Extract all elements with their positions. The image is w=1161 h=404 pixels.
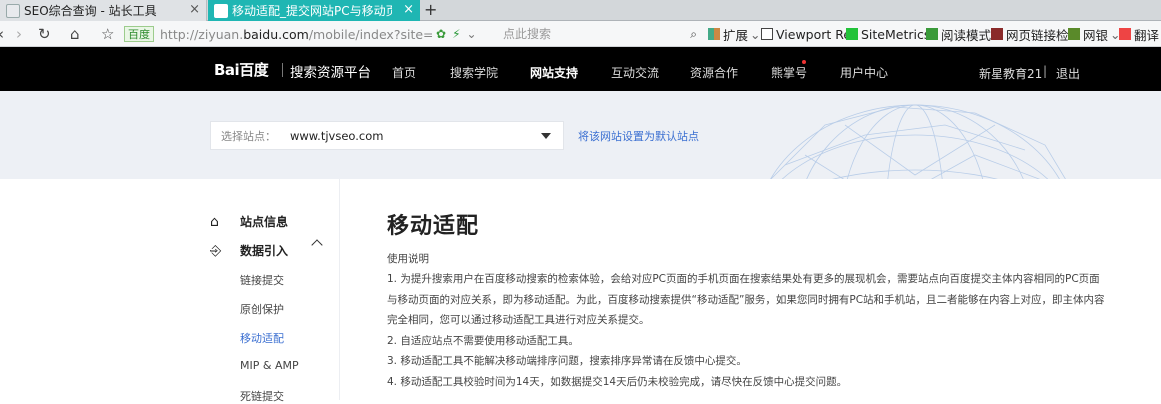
bookmark-label: 扩展 bbox=[723, 27, 749, 43]
baidu-paw-favicon-icon bbox=[214, 3, 228, 18]
bookmark-sitemetrics[interactable]: SiteMetrics bbox=[846, 24, 930, 44]
browser-toolbar: ‹ › ↻ ⌂ ☆ 百度 http://ziyuan.baidu.com/mob… bbox=[0, 21, 1161, 47]
bookmark-label: 翻译 bbox=[1134, 27, 1160, 43]
bookmark-extensions[interactable]: 扩展 ⌄ bbox=[708, 24, 761, 44]
dropdown-icon[interactable]: ⌄ bbox=[467, 27, 477, 41]
bookmark-viewport[interactable]: Viewport Re bbox=[761, 24, 851, 44]
usage-line: 3. 移动适配工具不能解决移动端排序问题，搜索排序异常请在反馈中心提交。 bbox=[387, 355, 747, 367]
platform-title[interactable]: 搜索资源平台 bbox=[290, 61, 371, 81]
usage-line: 2. 自适应站点不需要使用移动适配工具。 bbox=[387, 335, 579, 347]
usage-line: 完全相同，您可以通过移动适配工具进行对应关系提交。 bbox=[387, 314, 650, 326]
bookmark-link-check[interactable]: 网页链接检 bbox=[991, 24, 1069, 44]
usage-line: 4. 移动适配工具校验时间为14天，如数据提交14天后仍未校验完成，请尽快在反馈… bbox=[387, 376, 848, 388]
search-placeholder: 点此搜索 bbox=[503, 27, 552, 41]
tab-title: 移动适配_提交网站PC与移动页面对 bbox=[232, 4, 392, 18]
search-engine-badge[interactable]: 百度 bbox=[124, 26, 154, 42]
sidebar-item-link-submit[interactable]: 链接提交 bbox=[240, 272, 284, 288]
close-icon[interactable]: × bbox=[189, 2, 200, 17]
url-text[interactable]: http://ziyuan.baidu.com/mobile/index?sit… bbox=[160, 27, 432, 42]
sidebar-section-label: 站点信息 bbox=[240, 215, 289, 229]
bookmark-label: 网银 bbox=[1083, 27, 1109, 43]
site-select-label: 选择站点： bbox=[221, 129, 276, 143]
close-icon[interactable]: × bbox=[403, 2, 414, 17]
link-check-icon bbox=[991, 28, 1003, 40]
dropdown-icon: ⌄ bbox=[750, 26, 761, 42]
search-icon[interactable]: ⌕ bbox=[690, 23, 697, 45]
sidebar-item-original-protect[interactable]: 原创保护 bbox=[240, 301, 284, 317]
site-select-value: www.tjvseo.com bbox=[290, 128, 384, 143]
translate-icon bbox=[1119, 28, 1131, 40]
globe-graphic bbox=[770, 104, 1066, 179]
bookmark-label: Viewport Re bbox=[776, 26, 852, 42]
nav-site-support[interactable]: 网站支持 bbox=[530, 64, 578, 81]
usage-heading: 使用说明 bbox=[387, 253, 429, 265]
sidebar-section-data-import[interactable]: ⎆ 数据引入 bbox=[210, 242, 288, 259]
address-bar[interactable]: 百度 http://ziyuan.baidu.com/mobile/index?… bbox=[124, 23, 500, 45]
tab-seo-query[interactable]: SEO综合查询 - 站长工具 × bbox=[0, 0, 207, 21]
bookmark-label: 网页链接检 bbox=[1006, 27, 1069, 43]
tab-mobile-adapt[interactable]: 移动适配_提交网站PC与移动页面对 × bbox=[208, 0, 420, 21]
nav-partnership[interactable]: 资源合作 bbox=[690, 64, 738, 81]
nav-user-center[interactable]: 用户中心 bbox=[840, 64, 888, 81]
home-icon: ⌂ bbox=[210, 213, 219, 230]
compat-mode-icon[interactable]: ✿ bbox=[436, 27, 446, 41]
bookmark-ebank[interactable]: 网银 ⌄ bbox=[1068, 24, 1121, 44]
data-import-icon: ⎆ bbox=[210, 242, 222, 259]
page-title: 移动适配 bbox=[387, 214, 480, 239]
sidebar-item-mip-amp[interactable]: MIP & AMP bbox=[240, 359, 299, 372]
baidu-logo[interactable]: Bai百度 bbox=[214, 59, 269, 80]
sidebar-section-label: 数据引入 bbox=[240, 244, 289, 258]
site-header: Bai百度 搜索资源平台 首页 搜索学院 网站支持 互动交流 资源合作 熊掌号 … bbox=[0, 47, 1161, 91]
ebank-icon bbox=[1068, 28, 1080, 40]
header-separator: | bbox=[1043, 64, 1048, 78]
notification-dot bbox=[802, 60, 806, 64]
sidebar-item-mobile-adapt[interactable]: 移动适配 bbox=[240, 330, 284, 346]
site-select-dropdown[interactable]: 选择站点： www.tjvseo.com bbox=[210, 121, 564, 150]
url-host: baidu.com bbox=[243, 26, 309, 42]
sidebar-section-site-info[interactable]: ⌂ 站点信息 bbox=[210, 213, 288, 230]
sitemetrics-icon bbox=[846, 28, 858, 40]
back-icon[interactable]: ‹ bbox=[0, 24, 4, 44]
bookmark-star-icon[interactable]: ☆ bbox=[101, 24, 114, 44]
caret-down-icon[interactable] bbox=[541, 133, 551, 139]
page-favicon-icon bbox=[6, 3, 20, 18]
home-icon[interactable]: ⌂ bbox=[70, 24, 80, 44]
chevron-up-icon[interactable] bbox=[311, 239, 323, 251]
url-prefix: http://ziyuan. bbox=[160, 26, 244, 42]
bookmark-translate[interactable]: 翻译 bbox=[1119, 24, 1159, 44]
logo-divider bbox=[282, 63, 283, 77]
site-select-banner: 选择站点： www.tjvseo.com 将该网站设置为默认站点 bbox=[0, 91, 1161, 179]
new-tab-button[interactable]: + bbox=[424, 0, 437, 20]
speed-mode-icon[interactable]: ⚡ bbox=[452, 27, 460, 41]
reload-icon[interactable]: ↻ bbox=[38, 24, 51, 44]
nav-community[interactable]: 互动交流 bbox=[611, 64, 659, 81]
search-input[interactable]: 点此搜索 ⌕ bbox=[503, 23, 699, 45]
sidebar-item-dead-link[interactable]: 死链提交 bbox=[240, 388, 284, 404]
sidebar: ⌂ 站点信息 ⎆ 数据引入 链接提交 原创保护 移动适配 MIP & AMP 死… bbox=[0, 179, 340, 403]
viewport-icon bbox=[761, 28, 773, 40]
user-name[interactable]: 新星教育21 bbox=[979, 65, 1042, 82]
bookmark-label: SiteMetrics bbox=[861, 26, 931, 42]
url-suffix: /mobile/index?site=http://v bbox=[308, 26, 432, 42]
nav-home[interactable]: 首页 bbox=[392, 64, 416, 81]
logout-link[interactable]: 退出 bbox=[1056, 65, 1080, 82]
nav-academy[interactable]: 搜索学院 bbox=[450, 64, 498, 81]
bookmark-label: 阅读模式 bbox=[941, 27, 992, 43]
usage-line: 与移动页面的对应关系，即为移动适配。为此，百度移动搜索提供“移动适配”服务，如果… bbox=[387, 294, 1105, 306]
tab-strip: SEO综合查询 - 站长工具 × 移动适配_提交网站PC与移动页面对 × + bbox=[0, 0, 1161, 21]
set-default-site-link[interactable]: 将该网站设置为默认站点 bbox=[578, 128, 699, 144]
nav-xiongzhang[interactable]: 熊掌号 bbox=[771, 64, 807, 81]
bookmark-reader-mode[interactable]: 阅读模式 bbox=[926, 24, 991, 44]
reader-mode-icon bbox=[926, 28, 938, 40]
usage-line: 1. 为提升搜索用户在百度移动搜索的检索体验，会给对应PC页面的手机页面在搜索结… bbox=[387, 273, 1100, 285]
extensions-icon bbox=[708, 28, 720, 40]
tab-title: SEO综合查询 - 站长工具 bbox=[24, 4, 157, 18]
forward-icon[interactable]: › bbox=[16, 24, 22, 44]
